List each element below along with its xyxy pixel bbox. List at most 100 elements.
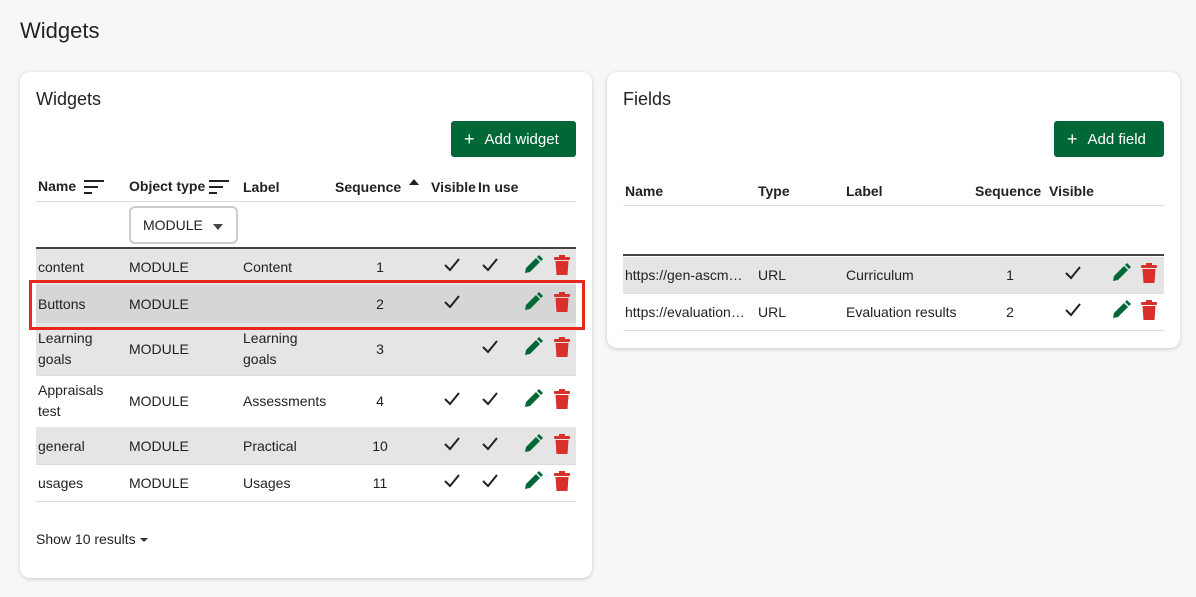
trash-icon[interactable] — [1141, 263, 1157, 283]
check-icon — [480, 255, 500, 275]
row-label: Curriculum — [846, 267, 914, 283]
row-name: usages — [38, 475, 84, 491]
row-object-type: MODULE — [129, 438, 189, 454]
table-row[interactable]: Learning goals MODULE Learning goals 3 — [36, 323, 576, 375]
check-icon — [480, 389, 500, 409]
sort-lines-icon[interactable] — [84, 180, 105, 195]
table-row[interactable]: content MODULE Content 1 — [36, 249, 576, 285]
column-header-sequence[interactable]: Sequence — [975, 183, 1041, 199]
table-row[interactable]: https://evaluation… URL Evaluation results… — [623, 293, 1164, 330]
pencil-icon[interactable] — [523, 389, 543, 409]
object-type-filter-select[interactable]: MODULE — [129, 206, 238, 244]
check-icon — [442, 389, 462, 409]
row-sequence: 1 — [376, 259, 384, 275]
column-header-in-use[interactable]: In use — [478, 179, 518, 195]
row-label: Practical — [243, 438, 297, 454]
row-sequence: 10 — [372, 438, 388, 454]
column-header-visible[interactable]: Visible — [1049, 183, 1094, 199]
row-name: https://evaluation… — [625, 304, 745, 320]
add-field-label: Add field — [1087, 130, 1146, 148]
row-sequence: 1 — [1006, 267, 1014, 283]
caret-down-icon — [213, 224, 223, 230]
check-icon — [1063, 300, 1083, 320]
column-header-label[interactable]: Label — [243, 179, 280, 195]
row-type: URL — [758, 267, 787, 283]
table-row[interactable]: Buttons MODULE 2 — [36, 285, 576, 323]
check-icon — [442, 434, 462, 454]
widgets-card-title: Widgets — [36, 89, 102, 109]
trash-icon[interactable] — [554, 434, 570, 454]
trash-icon[interactable] — [554, 471, 570, 491]
check-icon — [442, 292, 462, 312]
trash-icon[interactable] — [554, 292, 570, 312]
table-row[interactable]: Appraisals test MODULE Assessments 4 — [36, 375, 576, 427]
column-header-sequence[interactable]: Sequence — [335, 178, 420, 195]
filter-divider — [623, 254, 1164, 256]
pencil-icon[interactable] — [523, 292, 543, 312]
trash-icon[interactable] — [554, 389, 570, 409]
row-label: Learning goals — [243, 330, 298, 367]
pencil-icon[interactable] — [523, 337, 543, 357]
widgets-card: Widgets + Add widget Name Object type La… — [20, 72, 592, 578]
trash-icon[interactable] — [554, 337, 570, 357]
row-label: Usages — [243, 475, 291, 491]
row-name: https://gen-ascm… — [625, 267, 743, 283]
row-name: Buttons — [38, 296, 86, 312]
check-icon — [1063, 263, 1083, 283]
row-divider — [623, 330, 1164, 331]
add-widget-button[interactable]: + Add widget — [451, 121, 576, 157]
row-sequence: 3 — [376, 341, 384, 357]
check-icon — [480, 471, 500, 491]
pencil-icon[interactable] — [523, 434, 543, 454]
pencil-icon[interactable] — [523, 255, 543, 275]
row-name: content — [38, 259, 84, 275]
check-icon — [442, 471, 462, 491]
row-sequence: 2 — [376, 296, 384, 312]
fields-card: Fields + Add field Name Type Label Seque… — [607, 72, 1180, 348]
row-object-type: MODULE — [129, 296, 189, 312]
column-header-type[interactable]: Type — [758, 183, 790, 199]
show-results-label: Show 10 results — [36, 531, 136, 547]
table-row[interactable]: general MODULE Practical 10 — [36, 427, 576, 464]
add-widget-label: Add widget — [484, 130, 559, 148]
trash-icon[interactable] — [554, 255, 570, 275]
column-header-name[interactable]: Name — [38, 178, 105, 195]
table-row[interactable]: usages MODULE Usages 11 — [36, 464, 576, 501]
check-icon — [442, 255, 462, 275]
trash-icon[interactable] — [1141, 300, 1157, 320]
row-sequence: 2 — [1006, 304, 1014, 320]
sort-lines-icon[interactable] — [209, 180, 230, 195]
page-title: Widgets — [20, 18, 100, 43]
column-header-name-label: Name — [38, 178, 77, 194]
row-object-type: MODULE — [129, 259, 189, 275]
column-header-object-type-label: Object type — [129, 178, 206, 194]
row-name: general — [38, 438, 85, 454]
pencil-icon[interactable] — [1111, 263, 1131, 283]
caret-up-icon[interactable] — [409, 178, 420, 186]
plus-icon: + — [464, 129, 475, 149]
row-sequence: 4 — [376, 393, 384, 409]
header-divider — [623, 205, 1164, 206]
column-header-object-type[interactable]: Object type — [129, 178, 230, 195]
column-header-name[interactable]: Name — [625, 183, 663, 199]
caret-down-icon — [139, 538, 148, 543]
column-header-label[interactable]: Label — [846, 183, 883, 199]
row-label: Assessments — [243, 393, 327, 409]
fields-card-title: Fields — [623, 89, 672, 109]
header-divider — [36, 201, 576, 202]
row-object-type: MODULE — [129, 341, 189, 357]
row-label: Content — [243, 259, 293, 275]
row-sequence: 11 — [372, 475, 388, 491]
plus-icon: + — [1067, 129, 1078, 149]
add-field-button[interactable]: + Add field — [1054, 121, 1164, 157]
row-object-type: MODULE — [129, 475, 189, 491]
check-icon — [480, 337, 500, 357]
table-row[interactable]: https://gen-ascm… URL Curriculum 1 — [623, 257, 1164, 293]
row-name: Learning goals — [38, 330, 93, 367]
pencil-icon[interactable] — [523, 471, 543, 491]
column-header-sequence-label: Sequence — [335, 179, 402, 195]
row-name: Appraisals test — [38, 382, 104, 419]
column-header-visible[interactable]: Visible — [431, 179, 476, 195]
pencil-icon[interactable] — [1111, 300, 1131, 320]
show-results-dropdown[interactable]: Show 10 results — [36, 531, 148, 547]
